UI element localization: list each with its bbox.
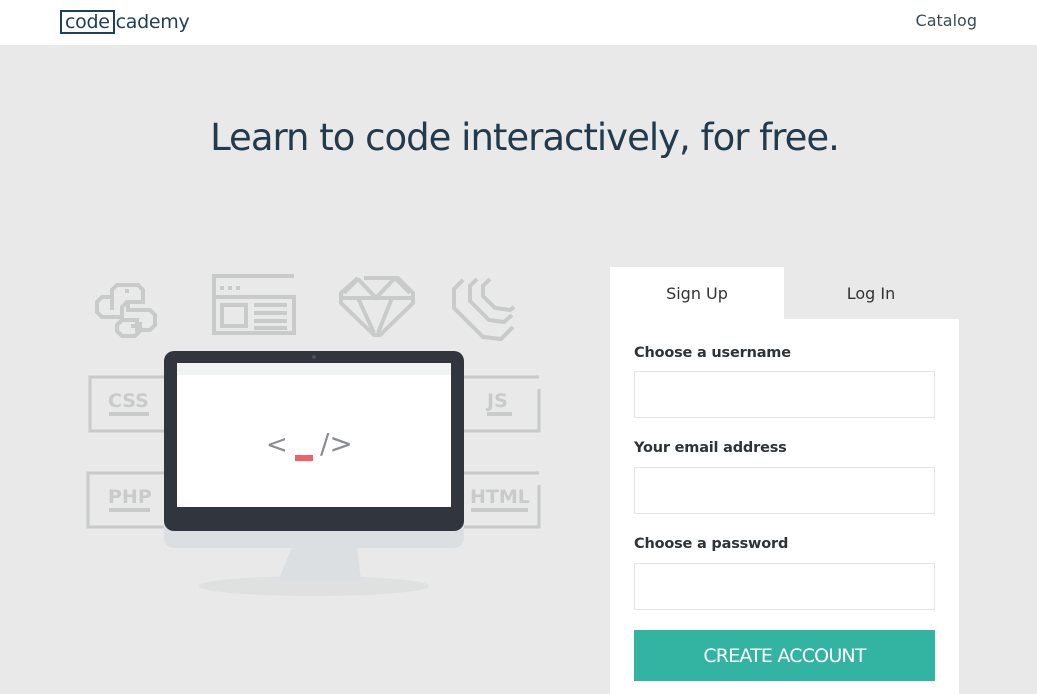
web-page-icon (212, 274, 296, 335)
username-input[interactable] (634, 371, 935, 418)
logo-boxed-text: code (60, 10, 115, 34)
python-icon (95, 283, 157, 338)
email-input[interactable] (634, 467, 935, 514)
monitor-graphic: < /> (164, 351, 464, 596)
password-label: Choose a password (634, 536, 789, 552)
username-label: Choose a username (634, 345, 791, 361)
css-label: CSS (108, 390, 149, 412)
create-account-button[interactable]: CREATE ACCOUNT (634, 630, 935, 681)
ruby-gem-icon (339, 276, 415, 337)
cursor-underscore (295, 455, 313, 461)
signup-panel: Sign Up Log In Choose a username Your em… (610, 267, 959, 694)
hero-illustration: CSS PHP JS HTML < /> (80, 265, 550, 605)
auth-tabs: Sign Up Log In (610, 267, 959, 319)
password-field-group: Choose a password (634, 514, 935, 610)
password-input[interactable] (634, 563, 935, 610)
top-nav-bar: code cademy Catalog (0, 0, 1037, 45)
username-field-group: Choose a username (634, 319, 935, 418)
tab-log-in[interactable]: Log In (784, 267, 958, 319)
js-label: JS (485, 390, 508, 412)
signup-form: Choose a username Your email address Cho… (610, 319, 959, 694)
js-label-box: JS (462, 375, 541, 433)
tab-sign-up[interactable]: Sign Up (610, 267, 784, 319)
screen-left-bracket: < (266, 430, 288, 460)
jquery-icon (452, 277, 516, 342)
html-label-box: HTML (462, 471, 541, 529)
hero-headline: Learn to code interactively, for free. (210, 116, 840, 159)
codecademy-logo[interactable]: code cademy (60, 9, 190, 35)
email-label: Your email address (634, 440, 787, 456)
screen-right-bracket: /> (320, 427, 353, 460)
logo-rest-text: cademy (115, 11, 190, 33)
php-label: PHP (108, 486, 152, 508)
catalog-link[interactable]: Catalog (916, 11, 977, 30)
php-label-box: PHP (86, 471, 168, 529)
email-field-group: Your email address (634, 418, 935, 514)
css-label-box: CSS (88, 375, 168, 433)
html-label: HTML (470, 486, 530, 508)
